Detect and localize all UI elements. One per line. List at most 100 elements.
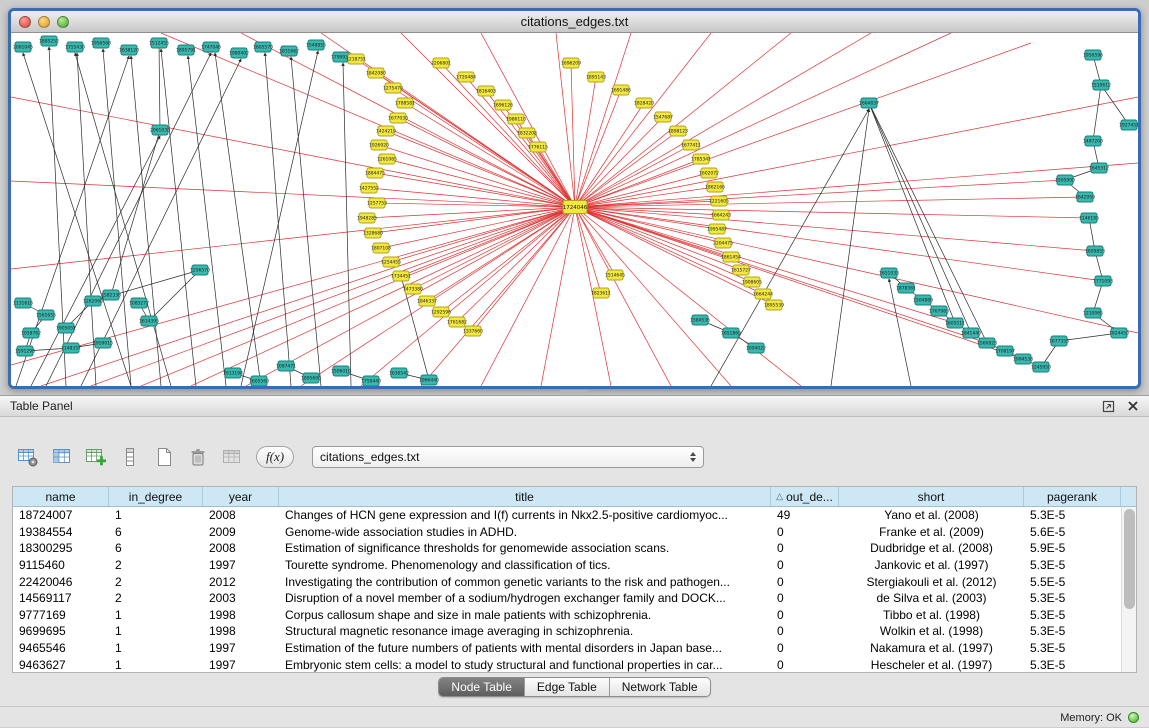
graph-edge [75,53,171,386]
network-selector[interactable]: citations_edges.txt [312,446,704,468]
table-toolbar: f(x) citations_edges.txt [14,441,704,473]
tab-edge-table[interactable]: Edge Table [525,678,610,696]
network-canvas[interactable]: 2061045188525217554301956568163812015124… [11,33,1138,386]
column-header-out_degree[interactable]: △out_de... [771,487,839,506]
cell-pagerank: 5.5E-5 [1024,575,1121,589]
new-table-button[interactable] [150,443,178,471]
table-row[interactable]: 1938455462009Genome-wide association stu… [13,524,1121,541]
table-row[interactable]: 2242004622012Investigating the contribut… [13,573,1121,590]
column-header-year[interactable]: year [203,487,279,506]
cell-pagerank: 5.3E-5 [1024,591,1121,605]
cell-short: Jankovic et al. (1997) [839,558,1024,572]
column-header-name[interactable]: name [13,487,109,506]
graph-node-label: 1210065 [1083,311,1103,317]
cell-pagerank: 5.3E-5 [1024,641,1121,655]
graph-node-label: 1708197 [995,349,1015,355]
column-header-pagerank[interactable]: pagerank [1024,487,1121,506]
graph-edge [401,33,575,207]
graph-node-label: 1913194 [223,371,243,377]
splitter-handle[interactable] [560,390,588,394]
table-row[interactable]: 911546021997Tourette syndrome. Phenomeno… [13,557,1121,574]
graph-edge [46,53,211,386]
graph-node-label: 1609853 [1085,249,1105,255]
graph-node-label: 1510612 [1091,83,1111,89]
cell-in_degree: 6 [109,541,203,555]
table-row[interactable]: 1872400712008Changes of HCN gene express… [13,507,1121,524]
graph-edge [575,207,1089,218]
graph-edge [575,145,691,207]
graph-node-label: 1512455 [149,41,169,47]
column-label: out_de... [786,490,833,504]
float-panel-icon[interactable] [1102,400,1115,413]
column-header-short[interactable]: short [839,487,1024,506]
cell-out_degree: 49 [771,508,839,522]
graph-node-label: 1831662 [279,49,299,55]
graph-edge [421,207,575,386]
graph-node-label: 1785341 [691,157,711,163]
minimize-window-button[interactable] [38,16,50,28]
cell-pagerank: 5.9E-5 [1024,541,1121,555]
table-row[interactable]: 946554611997Estimation of the future num… [13,640,1121,657]
tab-network-table[interactable]: Network Table [610,678,710,696]
cell-out_degree: 0 [771,575,839,589]
scrollbar-thumb[interactable] [1124,509,1135,609]
graph-edge [398,118,575,207]
table-row[interactable]: 969969511998Structural magnetic resonanc… [13,623,1121,640]
window-titlebar[interactable]: citations_edges.txt [11,11,1138,33]
graph-node-label: 1261065 [377,157,397,163]
graph-node-label: 1275470 [383,86,403,92]
cell-pagerank: 5.3E-5 [1024,558,1121,572]
graph-edge [215,53,261,386]
graph-node-label: 1842080 [366,71,386,77]
cell-pagerank: 5.3E-5 [1024,624,1121,638]
graph-node-label: 1816403 [476,89,496,95]
close-panel-icon[interactable] [1127,400,1139,412]
graph-node-label: 1747046 [201,45,221,51]
cell-short: Yano et al. (2008) [839,508,1024,522]
select-columns-button[interactable] [48,443,76,471]
table-row[interactable]: 1830029562008Estimation of significance … [13,540,1121,557]
graph-edge [141,207,575,386]
row-tools-button[interactable] [116,443,144,471]
graph-node-label: 1605560 [249,379,269,385]
cell-title: Investigating the contribution of common… [279,575,771,589]
function-builder-button[interactable]: f(x) [256,446,294,468]
table-row[interactable]: 946362711997Embryonic stem cells: a mode… [13,656,1121,672]
import-table-button[interactable] [218,443,246,471]
table-mode-button[interactable] [14,443,42,471]
column-header-in_degree[interactable]: in_degree [109,487,203,506]
graph-node-label: 1257753 [367,201,387,207]
graph-node-label: 1724046 [563,205,588,211]
graph-node-label: 1956568 [91,41,111,47]
graph-node-label: 1895539 [764,303,784,309]
graph-node-label: 1828420 [634,101,654,107]
graph-edge [575,207,1138,333]
table-row[interactable]: 1456911722003Disruption of a novel membe… [13,590,1121,607]
create-column-button[interactable] [82,443,110,471]
graph-edge [575,207,601,293]
graph-node-label: 1994538 [1013,357,1033,363]
cell-name: 9777169 [13,608,109,622]
graph-node-label: 1094022 [746,346,766,352]
close-window-button[interactable] [19,16,31,28]
cell-short: de Silva et al. (2003) [839,591,1024,605]
column-header-title[interactable]: title [279,487,771,506]
table-header: namein_degreeyeartitle△out_de...shortpag… [13,487,1136,507]
graph-node-label: 1771093 [1093,279,1113,285]
nodes-layer: 2061045188525217554301956568163812015124… [13,36,1138,386]
cell-in_degree: 2 [109,591,203,605]
tab-node-table[interactable]: Node Table [439,678,525,696]
cell-name: 9463627 [13,658,109,672]
cell-out_degree: 0 [771,541,839,555]
graph-edge [575,207,1023,359]
delete-table-button[interactable] [184,443,212,471]
network-graph-svg[interactable]: 2061045188525217554301956568163812015124… [11,33,1138,386]
zoom-window-button[interactable] [57,16,69,28]
graph-node-label: 1504889 [913,298,933,304]
traffic-lights [19,16,69,28]
graph-node-label: 2204475 [713,241,733,247]
table-row[interactable]: 977716911998Corpus callosum shape and si… [13,607,1121,624]
cell-title: Corpus callosum shape and size in male p… [279,608,771,622]
graph-node-label: 1878361 [896,286,916,292]
graph-node-label: 1560823 [977,341,997,347]
